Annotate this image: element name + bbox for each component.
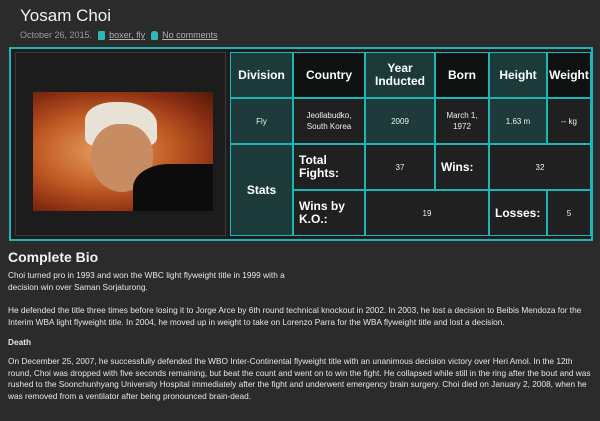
- post-date: October 26, 2015.: [20, 30, 93, 40]
- page: Yosam Choi October 26, 2015. boxer, fly …: [0, 0, 600, 421]
- value-born: March 1, 1972: [435, 98, 489, 144]
- complete-bio-heading: Complete Bio: [8, 249, 99, 265]
- post-meta: October 26, 2015. boxer, fly No comments: [20, 30, 218, 40]
- bio-paragraph-1: Choi turned pro in 1993 and won the WBC …: [8, 270, 285, 292]
- header-born: Born: [435, 52, 489, 98]
- death-heading: Death: [8, 337, 32, 347]
- document-icon: [98, 30, 106, 40]
- bio-paragraph-3: On December 25, 2007, he successfully de…: [8, 356, 591, 401]
- bio-paragraph-2: He defended the title three times before…: [8, 305, 582, 327]
- value-height: 1.63 m: [489, 98, 547, 144]
- boxer-photo: [33, 92, 213, 211]
- tags-link[interactable]: boxer, fly: [109, 30, 145, 40]
- boxer-stats-table: Division Country Year Inducted Born Heig…: [9, 47, 593, 241]
- header-weight: Weight: [547, 52, 591, 98]
- wins-value: 32: [489, 144, 591, 190]
- header-division: Division: [230, 52, 293, 98]
- total-fights-value: 37: [365, 144, 435, 190]
- losses-value: 5: [547, 190, 591, 236]
- header-country: Country: [293, 52, 365, 98]
- value-division: Fly: [230, 98, 293, 144]
- wins-ko-label: Wins by K.O.:: [293, 190, 365, 236]
- losses-label: Losses:: [489, 190, 547, 236]
- header-year-inducted: Year Inducted: [365, 52, 435, 98]
- value-year-inducted: 2009: [365, 98, 435, 144]
- wins-ko-value: 19: [365, 190, 489, 236]
- stats-label: Stats: [230, 144, 293, 236]
- person-icon: [151, 30, 159, 40]
- wins-label: Wins:: [435, 144, 489, 190]
- comments-link[interactable]: No comments: [162, 30, 218, 40]
- total-fights-label: Total Fights:: [293, 144, 365, 190]
- value-country: Jeollabudko, South Korea: [293, 98, 365, 144]
- header-height: Height: [489, 52, 547, 98]
- value-weight: -- kg: [547, 98, 591, 144]
- post-title: Yosam Choi: [20, 6, 112, 25]
- photo-cell: [15, 52, 226, 236]
